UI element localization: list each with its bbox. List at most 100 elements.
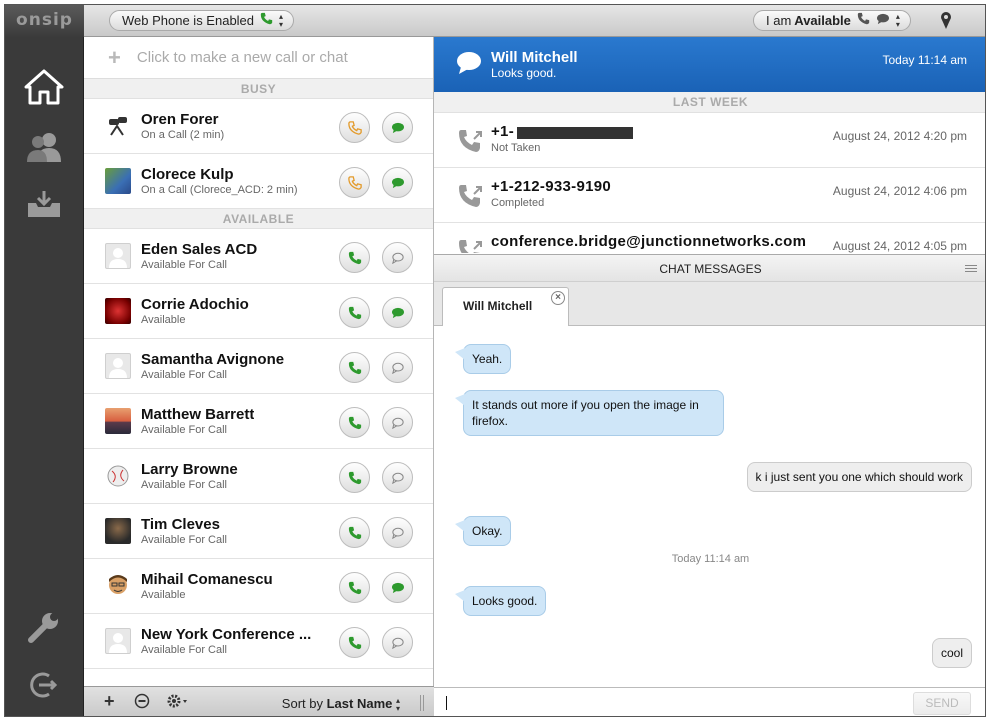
chat-button[interactable] <box>382 242 413 273</box>
contact-status: Available For Call <box>141 644 228 656</box>
active-chat-last-message: Looks good. <box>491 66 557 80</box>
call-button[interactable] <box>339 627 370 658</box>
top-bar: onsip Web Phone is Enabled ▴ ▾ I am Avail… <box>5 5 985 37</box>
contact-row[interactable]: Oren Forer On a Call (2 min) <box>84 99 433 154</box>
call-button[interactable] <box>339 297 370 328</box>
contact-row[interactable]: Tim Cleves Available For Call <box>84 504 433 559</box>
call-button[interactable] <box>339 242 370 273</box>
chat-button[interactable] <box>382 627 413 658</box>
call-button[interactable] <box>339 112 370 143</box>
contact-name: Larry Browne <box>141 461 238 478</box>
contact-name: Tim Cleves <box>141 516 220 533</box>
contact-status: Available For Call <box>141 369 228 381</box>
logout-icon[interactable] <box>23 665 65 705</box>
chat-tab[interactable]: Will Mitchell × <box>442 287 569 327</box>
sort-value: Last Name <box>326 696 393 711</box>
default-avatar-icon <box>105 353 131 379</box>
plus-icon: + <box>108 44 121 70</box>
contact-row[interactable]: Samantha Avignone Available For Call <box>84 339 433 394</box>
chat-green-icon <box>391 177 404 188</box>
history-number: +1-212-933-9190 <box>491 178 612 195</box>
phone-green-icon <box>348 361 361 374</box>
chat-green-icon <box>391 307 404 318</box>
phone-green-icon <box>260 11 273 30</box>
presence-dropdown[interactable]: I am Available ▴ ▾ <box>753 10 911 31</box>
contact-row[interactable]: Larry Browne Available For Call <box>84 449 433 504</box>
remove-contact-icon[interactable] <box>134 693 150 713</box>
chat-button[interactable] <box>382 572 413 603</box>
chat-button[interactable] <box>382 517 413 548</box>
chat-tab-label: Will Mitchell <box>463 299 533 313</box>
call-button[interactable] <box>339 167 370 198</box>
resize-grip[interactable] <box>420 695 424 711</box>
chat-button[interactable] <box>382 407 413 438</box>
chat-button[interactable] <box>382 352 413 383</box>
contact-name: Eden Sales ACD <box>141 241 258 258</box>
phone-orange-icon <box>347 120 362 135</box>
onsip-logo: onsip <box>5 5 84 37</box>
contact-name: New York Conference ... <box>141 626 312 643</box>
contact-row[interactable]: Clorece Kulp On a Call (Clorece_ACD: 2 m… <box>84 154 433 209</box>
dropdown-arrows-icon: ▴ ▾ <box>895 11 900 29</box>
inbox-icon[interactable] <box>23 184 65 224</box>
chat-button[interactable] <box>382 112 413 143</box>
contacts-icon[interactable] <box>23 127 65 167</box>
history-status: Not Taken <box>491 142 541 154</box>
active-chat-time: Today 11:14 am <box>882 53 968 67</box>
chat-bubble-icon <box>876 11 890 30</box>
contact-status: Available For Call <box>141 259 228 271</box>
contact-name: Matthew Barrett <box>141 406 255 423</box>
hamburger-menu-icon[interactable] <box>965 265 977 272</box>
contact-row[interactable]: Eden Sales ACD Available For Call <box>84 229 433 284</box>
contact-status: Available <box>141 314 186 326</box>
history-number: conference.bridge@junctionnetworks.com <box>491 233 807 250</box>
close-icon[interactable]: × <box>551 291 565 305</box>
default-avatar-icon <box>105 628 131 654</box>
contact-name: Corrie Adochio <box>141 296 249 313</box>
section-available: AVAILABLE <box>84 209 433 229</box>
outgoing-call-icon <box>456 182 484 215</box>
message-bubble-outgoing: cool <box>931 638 972 668</box>
wrench-icon[interactable] <box>23 607 65 647</box>
call-button[interactable] <box>339 572 370 603</box>
send-button[interactable]: SEND <box>913 692 971 715</box>
history-row[interactable]: +1- Not Taken August 24, 2012 4:20 pm <box>434 113 985 168</box>
call-button[interactable] <box>339 407 370 438</box>
add-contact-icon[interactable]: + <box>104 691 115 712</box>
history-number: +1- <box>491 123 514 140</box>
default-avatar-icon <box>105 243 131 269</box>
chat-button[interactable] <box>382 297 413 328</box>
history-time: August 24, 2012 4:05 pm <box>832 239 967 253</box>
message-bubble-incoming: Yeah. <box>454 344 512 374</box>
home-icon[interactable] <box>23 67 65 107</box>
phone-orange-icon <box>347 175 362 190</box>
history-row[interactable]: conference.bridge@junctionnetworks.com A… <box>434 223 985 253</box>
call-button[interactable] <box>339 462 370 493</box>
call-button[interactable] <box>339 517 370 548</box>
contact-row[interactable]: Mihail Comanescu Available <box>84 559 433 614</box>
sort-dropdown[interactable]: Sort by Last Name ▴ ▾ <box>282 696 400 713</box>
message-bubble-outgoing: k i just sent you one which should work <box>746 462 972 492</box>
contact-status: Available For Call <box>141 534 228 546</box>
contact-row[interactable]: New York Conference ... Available For Ca… <box>84 614 433 669</box>
history-row[interactable]: +1-212-933-9190 Completed August 24, 201… <box>434 168 985 223</box>
contacts-footer: + Sort by Last Name ▴ ▾ <box>84 686 434 716</box>
location-pin-icon[interactable] <box>939 11 953 31</box>
web-phone-status-dropdown[interactable]: Web Phone is Enabled ▴ ▾ <box>109 10 295 31</box>
chat-green-icon <box>391 582 404 593</box>
chat-outline-icon <box>391 362 404 374</box>
contact-row[interactable]: Corrie Adochio Available <box>84 284 433 339</box>
call-button[interactable] <box>339 352 370 383</box>
new-call-input[interactable]: + Click to make a new call or chat <box>84 37 433 79</box>
phone-green-icon <box>348 636 361 649</box>
message-bubble-incoming: Okay. <box>454 516 512 546</box>
chat-button[interactable] <box>382 462 413 493</box>
gear-menu-icon[interactable] <box>166 693 190 713</box>
chat-outline-icon <box>391 252 404 264</box>
chat-input[interactable]: SEND <box>434 687 985 716</box>
contact-row[interactable]: Matthew Barrett Available For Call <box>84 394 433 449</box>
chat-button[interactable] <box>382 167 413 198</box>
active-chat-row[interactable]: Will Mitchell Looks good. Today 11:14 am <box>434 37 985 92</box>
history-status: Completed <box>491 197 545 209</box>
outgoing-call-icon <box>456 237 484 253</box>
